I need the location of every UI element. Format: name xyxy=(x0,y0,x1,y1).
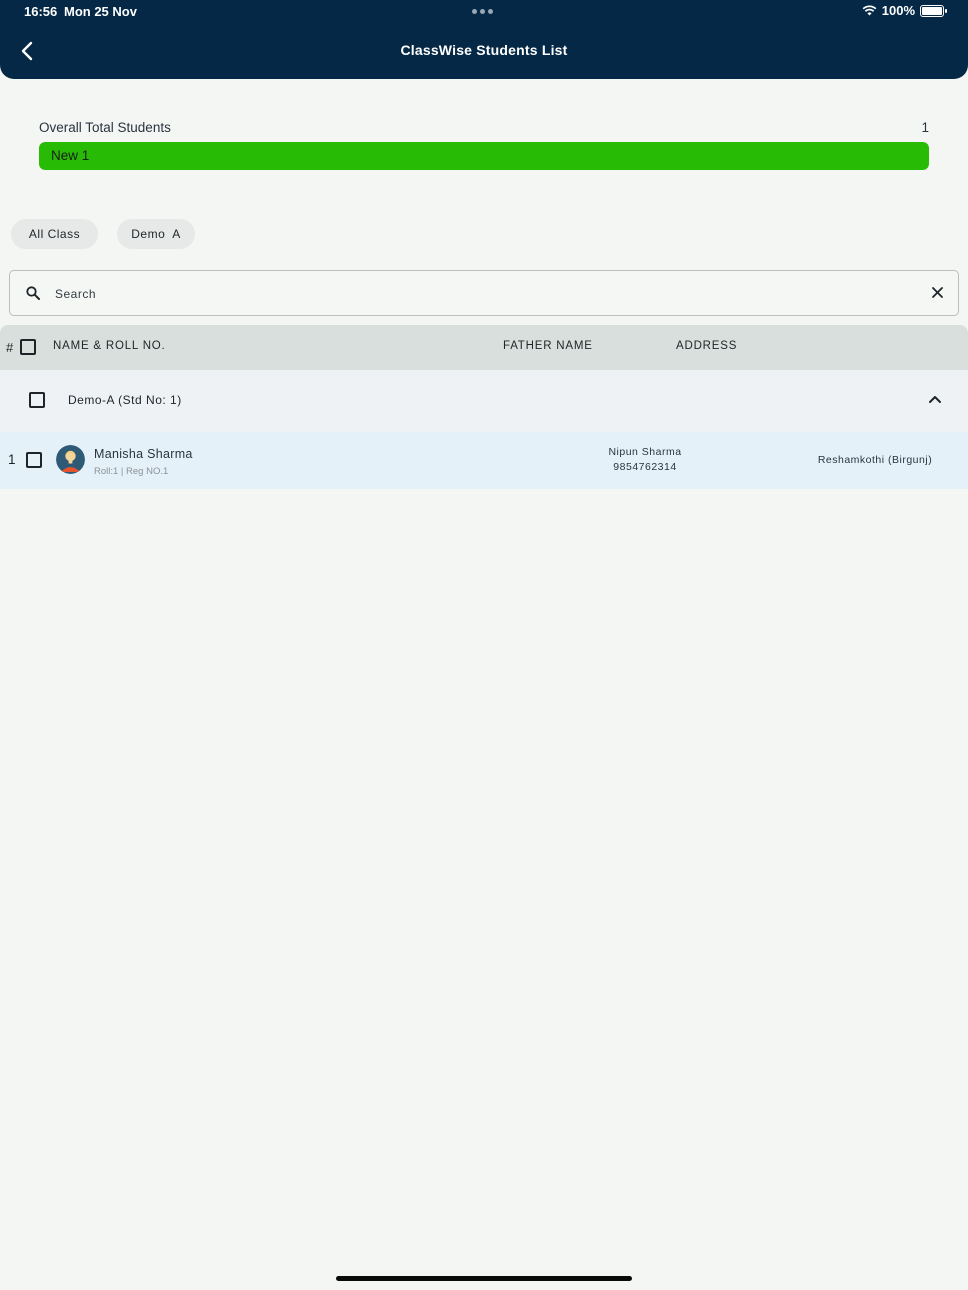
new-students-fill xyxy=(39,142,929,170)
column-father-header[interactable]: FATHER NAME xyxy=(503,340,593,352)
table-row[interactable]: 1 Manisha Sharma Roll:1 | Reg NO.1 Nipun… xyxy=(0,432,968,489)
father-phone: 9854762314 xyxy=(613,461,677,473)
page-title: ClassWise Students List xyxy=(400,42,568,58)
new-students-bar: New 1 xyxy=(39,142,929,170)
column-index-header: # xyxy=(6,340,14,355)
student-address: Reshamkothi (Birgunj) xyxy=(817,454,933,466)
app-header: 16:56 Mon 25 Nov 100% ClassWise Students… xyxy=(0,0,968,79)
class-group-header[interactable]: Demo-A (Std No: 1) xyxy=(0,370,968,432)
table-header: # NAME & ROLL NO. FATHER NAME ADDRESS xyxy=(0,325,968,370)
row-checkbox[interactable] xyxy=(26,452,42,468)
battery-icon xyxy=(920,4,947,17)
search-box[interactable] xyxy=(9,270,959,316)
column-name-header[interactable]: NAME & ROLL NO. xyxy=(53,340,166,352)
status-date: Mon 25 Nov xyxy=(64,4,137,19)
group-label: Demo-A (Std No: 1) xyxy=(68,393,182,407)
status-time: 16:56 xyxy=(24,4,58,19)
battery-percent: 100% xyxy=(881,3,915,18)
father-name: Nipun Sharma xyxy=(608,446,682,458)
chevron-up-icon[interactable] xyxy=(928,392,942,406)
select-all-checkbox[interactable] xyxy=(20,339,36,355)
chip-demo-a-label: Demo A xyxy=(131,227,181,241)
home-indicator[interactable] xyxy=(336,1276,632,1281)
student-roll-reg: Roll:1 | Reg NO.1 xyxy=(94,466,169,477)
multitask-dots-icon[interactable] xyxy=(472,9,493,14)
column-address-header[interactable]: ADDRESS xyxy=(676,340,737,352)
search-input[interactable] xyxy=(55,284,915,304)
new-students-label: New 1 xyxy=(51,148,90,163)
group-checkbox[interactable] xyxy=(29,392,45,408)
user-avatar-icon xyxy=(56,445,85,474)
chip-demo-a[interactable]: Demo A xyxy=(117,219,195,249)
close-icon[interactable] xyxy=(931,286,944,299)
student-name: Manisha Sharma xyxy=(94,447,193,461)
row-index: 1 xyxy=(8,452,16,467)
overall-total-label: Overall Total Students xyxy=(39,120,171,135)
wifi-icon xyxy=(862,5,877,16)
status-right: 100% xyxy=(862,3,947,18)
search-icon xyxy=(26,286,40,300)
overall-total-count: 1 xyxy=(921,120,929,135)
chip-all-class[interactable]: All Class xyxy=(11,219,98,249)
